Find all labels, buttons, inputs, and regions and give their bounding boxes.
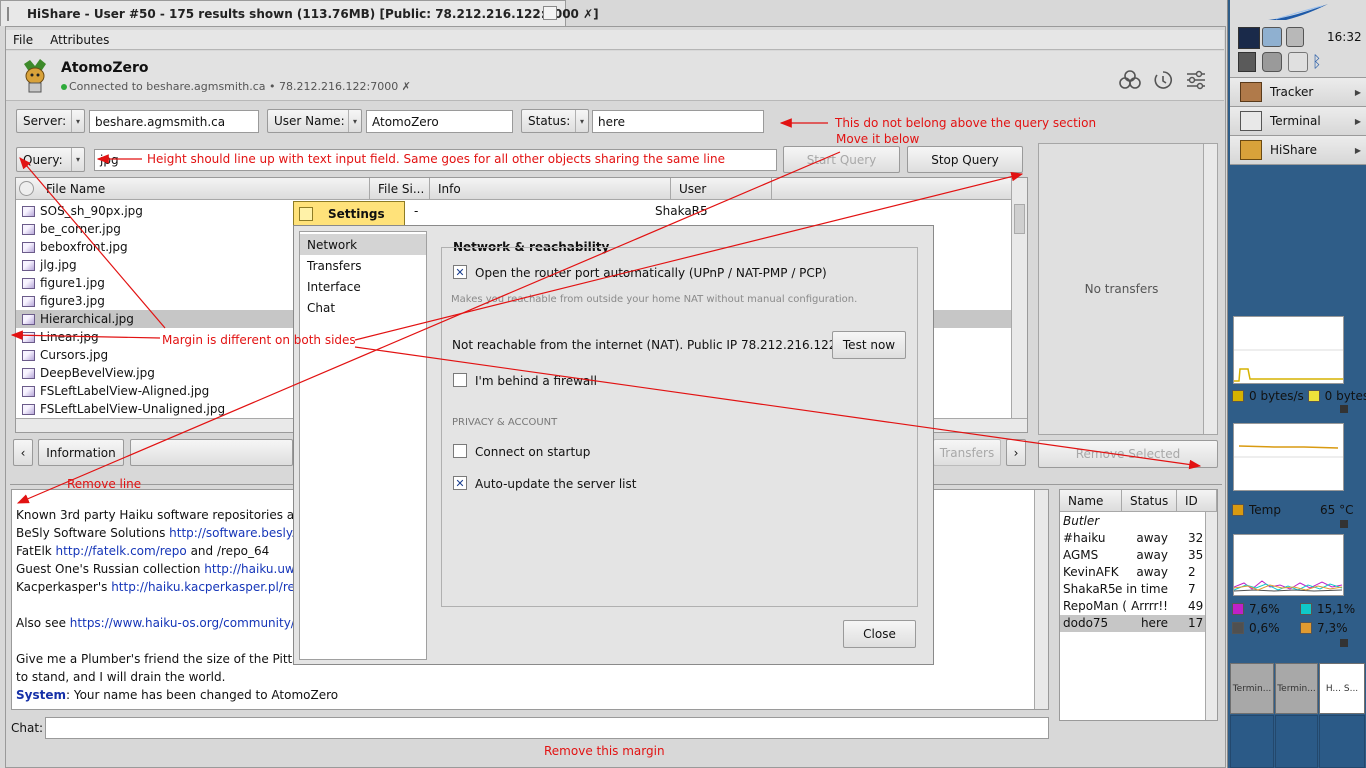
network-monitor-graph [1233,316,1344,384]
annotation-server-row: This do not belong above the query secti… [835,116,1097,130]
annotation-arrows [10,118,1202,504]
net-in-text: 0 bytes/s [1249,389,1304,403]
arrow-margin-bottom-right [354,346,1202,470]
arrow-margin-top-left [19,157,166,329]
deskbar-hishare[interactable]: HiShare ▶ [1230,136,1366,165]
chevron-right-icon: ▶ [1354,116,1361,126]
tracker-icon [1240,82,1262,102]
cpu-graph [1233,534,1344,596]
arrow-margin-left [10,330,161,341]
annotation-remove-line: Remove line [67,477,142,491]
workspace-1[interactable]: Termin... [1230,663,1274,714]
arrow-remove-line [16,151,841,504]
deskbar-tray: 16:32 ᛒ [1230,0,1366,78]
resize-grip-icon[interactable] [1340,405,1348,413]
cpu-legend-row1: 7,6% 15,1% [1232,602,1366,620]
terminal-label: Terminal [1270,114,1321,128]
network-icon[interactable] [1262,27,1282,47]
resize-grip-icon[interactable] [1340,520,1348,528]
annotation-height: Height should line up with text input fi… [147,152,725,166]
temp-value: 65 °C [1320,503,1354,517]
cpu-meter-icon[interactable] [1238,27,1260,49]
workspace-6[interactable] [1319,715,1365,768]
cpu1-text: 7,6% [1249,602,1280,616]
annotation-move-below: Move it below [836,132,920,146]
arrow-margin-right [354,171,1024,341]
cpu2-swatch [1300,603,1312,615]
workspace-4[interactable] [1230,715,1274,768]
cpu2-text: 15,1% [1317,602,1356,616]
bluetooth-icon[interactable]: ᛒ [1312,52,1326,72]
temperature-graph-svg [1234,445,1343,458]
deskbar-tracker[interactable]: Tracker ▶ [1230,78,1366,107]
cpu1-swatch [1232,603,1244,615]
net-out-swatch [1307,390,1320,402]
leaf-logo-icon[interactable] [1266,2,1330,22]
hishare-icon [1240,140,1262,160]
temp-swatch [1232,504,1244,516]
workspace-2[interactable]: Termin... [1275,663,1318,714]
cpu-graph-svg [1233,580,1343,592]
workspace-5[interactable] [1275,715,1318,768]
annotation-margin: Margin is different on both sides [162,333,356,347]
clock[interactable]: 16:32 [1327,30,1362,44]
deskbar-terminal[interactable]: Terminal ▶ [1230,107,1366,136]
temperature-graph [1233,423,1344,491]
cpu3-text: 0,6% [1249,621,1280,635]
temperature-legend: Temp 65 °C [1232,503,1366,521]
terminal-tray-icon[interactable] [1238,52,1256,72]
net-in-swatch [1232,390,1244,402]
terminal-icon [1240,111,1262,131]
cpu4-swatch [1300,622,1312,634]
tracker-label: Tracker [1270,85,1314,99]
package-icon[interactable] [1288,52,1308,72]
cpu4-text: 7,3% [1317,621,1348,635]
network-graph-svg [1234,349,1343,382]
cpu-legend-row2: 0,6% 7,3% [1232,621,1366,639]
hishare-label: HiShare [1270,143,1317,157]
cpu3-swatch [1232,622,1244,634]
temp-label: Temp [1249,503,1281,517]
net-out-text: 0 bytes/s [1324,389,1366,403]
workspace-3[interactable]: H... S... [1319,663,1365,714]
annotation-remove-margin: Remove this margin [544,744,665,758]
chevron-right-icon: ▶ [1354,145,1361,155]
disk-icon[interactable] [1286,27,1304,47]
chevron-right-icon: ▶ [1354,87,1361,97]
resize-grip-icon[interactable] [1340,639,1348,647]
process-icon[interactable] [1262,52,1282,72]
